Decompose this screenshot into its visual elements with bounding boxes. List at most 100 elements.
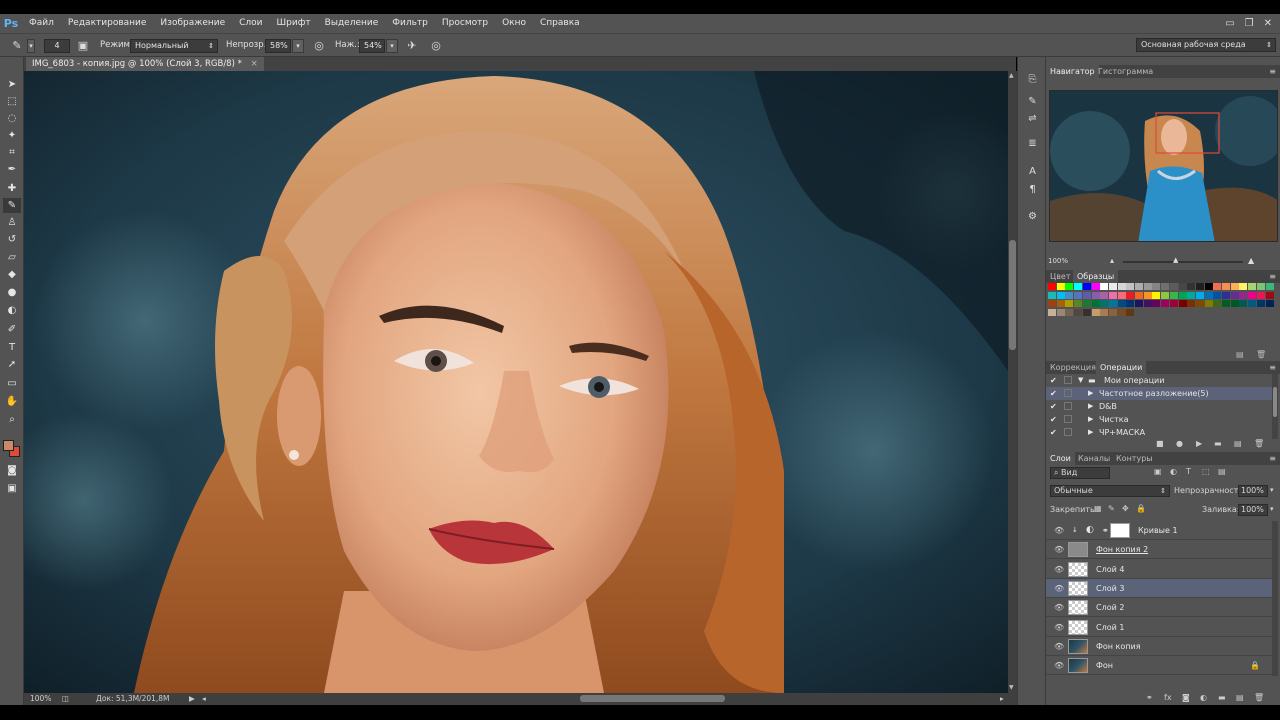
toggle-check-icon[interactable]: ✔ <box>1050 374 1057 387</box>
color-swatch[interactable] <box>1161 300 1170 307</box>
layer-row[interactable]: 👁 ↓ ◐ ⚭ Кривые 1 <box>1046 521 1272 540</box>
history-brush-tool-icon[interactable]: ↺ <box>3 232 21 247</box>
color-swatch[interactable] <box>1108 300 1117 307</box>
color-swatch[interactable] <box>1074 300 1083 307</box>
expand-arrow-icon[interactable]: ▶ <box>1088 413 1093 426</box>
color-swatch[interactable] <box>1117 291 1126 299</box>
eyedropper-tool-icon[interactable]: ✒ <box>3 162 21 177</box>
color-swatch[interactable] <box>1074 283 1083 290</box>
action-set-row[interactable]: ✔ ▼ ▬ Мои операции <box>1046 374 1272 387</box>
vertical-scrollbar[interactable] <box>1008 71 1017 693</box>
color-swatch[interactable] <box>1048 283 1056 290</box>
marquee-tool-icon[interactable]: ⬚ <box>3 94 21 109</box>
action-row[interactable]: ✔ ▶ D&B <box>1046 400 1272 413</box>
scroll-left-arrow-icon[interactable]: ◂ <box>202 693 206 705</box>
mode-select[interactable]: Нормальный ⇕ <box>130 39 218 53</box>
layer-opacity-input[interactable]: 100% <box>1238 485 1268 497</box>
visibility-eye-icon[interactable]: 👁 <box>1054 560 1064 579</box>
close-button[interactable]: ✕ <box>1264 18 1272 29</box>
minimize-button[interactable]: ▭ <box>1225 18 1234 29</box>
menu-item[interactable]: Окно <box>495 14 533 33</box>
expand-arrow-icon[interactable]: ▶ <box>1088 400 1093 413</box>
color-swatch[interactable] <box>1126 300 1135 307</box>
layer-thumbnail[interactable] <box>1068 638 1088 654</box>
type-tool-icon[interactable]: T <box>3 340 21 355</box>
color-swatch[interactable] <box>1056 300 1065 307</box>
tab-layers[interactable]: Слои <box>1046 452 1075 465</box>
shape-tool-icon[interactable]: ▭ <box>3 376 21 391</box>
expand-arrow-icon[interactable]: ▶ <box>1088 426 1093 439</box>
color-swatch[interactable] <box>1126 283 1135 290</box>
color-swatch[interactable] <box>1065 308 1074 316</box>
new-action-icon[interactable]: ▤ <box>1234 439 1242 448</box>
filter-smart-object-icon[interactable]: ▤ <box>1218 467 1226 476</box>
panel-menu-icon[interactable]: ≡ <box>1269 363 1276 372</box>
color-swatch[interactable] <box>1082 291 1091 299</box>
dialog-toggle[interactable] <box>1064 415 1072 423</box>
lasso-tool-icon[interactable]: ◌ <box>3 111 21 126</box>
color-swatch[interactable] <box>1213 283 1222 290</box>
color-swatch[interactable] <box>1082 308 1091 316</box>
color-swatch[interactable] <box>1108 283 1117 290</box>
lock-transparency-icon[interactable]: ▦ <box>1094 504 1102 513</box>
chain-link-icon[interactable]: ⚭ <box>1102 521 1109 540</box>
paint-bucket-tool-icon[interactable]: ◆ <box>3 267 21 282</box>
panel-menu-icon[interactable]: ≡ <box>1269 67 1276 76</box>
color-swatch[interactable] <box>1239 300 1248 307</box>
scroll-down-arrow-icon[interactable]: ▼ <box>1009 684 1014 691</box>
color-swatch[interactable] <box>1100 283 1109 290</box>
opacity-input[interactable]: 58% <box>265 39 291 53</box>
color-swatch[interactable] <box>1256 283 1265 290</box>
lock-position-icon[interactable]: ✥ <box>1122 504 1129 513</box>
adjustments-icon[interactable]: ⇌ <box>1025 112 1040 126</box>
color-swatch[interactable] <box>1230 300 1239 307</box>
clone-source-icon[interactable]: ⚙ <box>1025 210 1040 224</box>
properties-icon[interactable]: ≣ <box>1025 137 1040 151</box>
color-swatch[interactable] <box>1074 291 1083 299</box>
dialog-toggle[interactable] <box>1064 376 1072 384</box>
color-swatch[interactable] <box>1187 300 1196 307</box>
filter-pixel-icon[interactable]: ▣ <box>1154 467 1162 476</box>
layer-name[interactable]: Слой 1 <box>1096 618 1124 637</box>
color-swatch[interactable] <box>1065 291 1074 299</box>
dialog-toggle[interactable] <box>1064 389 1072 397</box>
color-swatch[interactable] <box>1135 291 1143 299</box>
color-swatch[interactable] <box>1230 291 1239 299</box>
color-swatch[interactable] <box>1126 291 1135 299</box>
visibility-eye-icon[interactable]: 👁 <box>1054 637 1064 656</box>
new-set-icon[interactable]: ▬ <box>1214 439 1222 448</box>
toggle-check-icon[interactable]: ✔ <box>1050 413 1057 426</box>
toggle-check-icon[interactable]: ✔ <box>1050 400 1057 413</box>
layer-thumbnail[interactable] <box>1068 600 1088 616</box>
layer-mask-thumbnail[interactable] <box>1110 523 1130 538</box>
menu-item[interactable]: Изображение <box>153 14 232 33</box>
lock-pixels-icon[interactable]: ✎ <box>1108 504 1115 513</box>
flow-input[interactable]: 54% <box>359 39 385 53</box>
color-swatch[interactable] <box>1169 291 1178 299</box>
color-swatch[interactable] <box>1048 291 1056 299</box>
fill-dropdown[interactable]: ▾ <box>1270 505 1274 513</box>
toggle-check-icon[interactable]: ✔ <box>1050 387 1057 400</box>
action-row[interactable]: ✔ ▶ Чистка <box>1046 413 1272 426</box>
color-swatch[interactable] <box>1143 291 1152 299</box>
brush-tool-icon[interactable]: ✎ <box>10 38 24 53</box>
menu-item[interactable]: Шрифт <box>270 14 318 33</box>
color-swatch[interactable] <box>1256 300 1265 307</box>
dialog-toggle[interactable] <box>1064 428 1072 436</box>
vertical-scroll-thumb[interactable] <box>1009 240 1016 350</box>
color-swatch[interactable] <box>1065 300 1074 307</box>
canvas[interactable] <box>24 71 1008 693</box>
record-icon[interactable]: ● <box>1176 439 1183 448</box>
quick-select-tool-icon[interactable]: ✦ <box>3 128 21 143</box>
color-swatch[interactable] <box>1195 300 1204 307</box>
color-swatch[interactable] <box>1082 283 1091 290</box>
color-swatch[interactable] <box>1135 283 1143 290</box>
color-swatch[interactable] <box>1048 308 1056 316</box>
layers-scrollbar[interactable] <box>1272 521 1278 676</box>
color-swatch[interactable] <box>1152 291 1161 299</box>
color-swatch[interactable] <box>1256 291 1265 299</box>
foreground-color-swatch[interactable] <box>3 440 14 451</box>
delete-swatch-icon[interactable]: 🗑 <box>1256 350 1266 359</box>
color-swatch[interactable] <box>1187 283 1196 290</box>
panel-menu-icon[interactable]: ≡ <box>1269 272 1276 281</box>
